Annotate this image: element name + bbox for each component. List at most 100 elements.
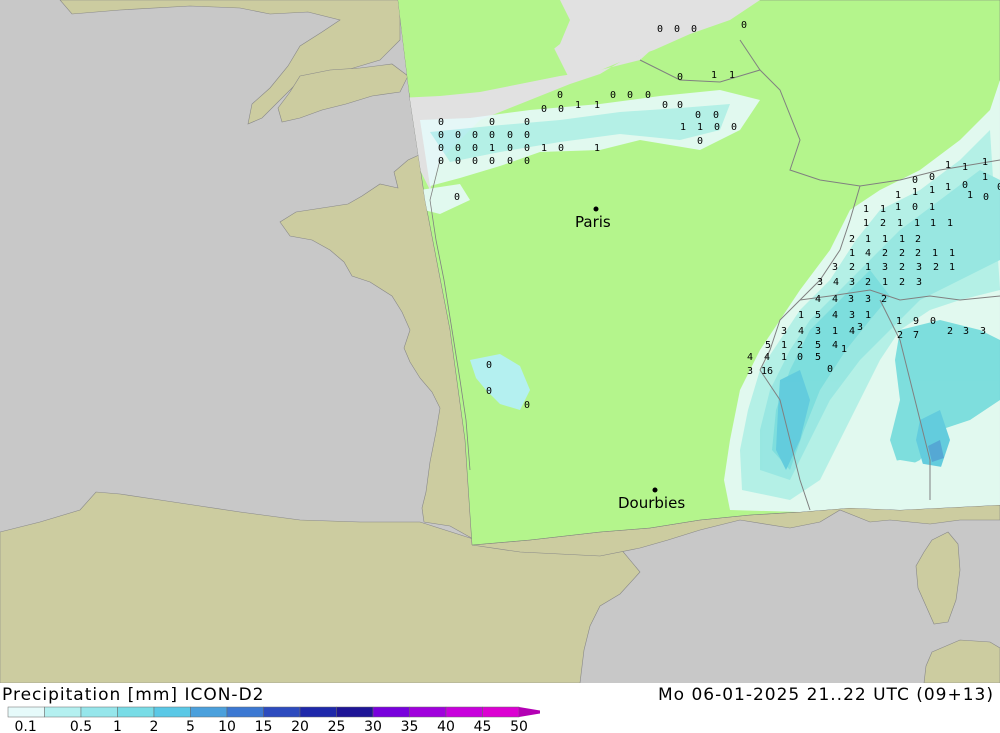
precip-value: 4	[865, 248, 871, 259]
precip-value: 1	[541, 143, 547, 154]
precip-value: 1	[697, 122, 703, 133]
precip-value: 0	[489, 130, 495, 141]
footer-bar: Precipitation [mm] ICON-D2 Mo 06-01-2025…	[0, 683, 1000, 733]
precip-value: 1	[849, 248, 855, 259]
precip-value: 1	[897, 218, 903, 229]
precip-value: 0	[731, 122, 737, 133]
precip-value: 0	[486, 386, 492, 397]
precip-value: 0	[489, 156, 495, 167]
legend-tick-label: 10	[218, 719, 236, 733]
map-timestamp: Mo 06-01-2025 21..22 UTC (09+13)	[657, 685, 994, 705]
precip-value: 3	[815, 326, 821, 337]
precip-value: 3	[781, 326, 787, 337]
precip-value: 3	[963, 326, 969, 337]
precip-value: 0	[912, 175, 918, 186]
precip-value: 1	[832, 326, 838, 337]
precip-value: 1	[932, 248, 938, 259]
precip-value: 3	[849, 277, 855, 288]
precip-value: 0	[741, 20, 747, 31]
precip-value: 0	[677, 100, 683, 111]
precip-value: 2	[897, 330, 903, 341]
precip-value: 1	[594, 143, 600, 154]
precip-value: 1	[945, 182, 951, 193]
precip-value: 4	[815, 294, 821, 305]
precip-value: 1	[882, 277, 888, 288]
color-scale-legend: 0.1 0.5 1 2 5 10 15 20 25 30 35 40 45 50	[7, 706, 540, 733]
precip-value: 0	[524, 143, 530, 154]
legend-swatch	[445, 706, 483, 718]
precip-value: 2	[947, 326, 953, 337]
precip-value: 2	[881, 294, 887, 305]
precip-value: 0	[524, 156, 530, 167]
precip-value: 0	[438, 156, 444, 167]
precip-value: 0	[438, 117, 444, 128]
legend-swatch	[299, 706, 337, 718]
precip-value: 1	[594, 100, 600, 111]
precip-value: 1	[962, 162, 968, 173]
precip-value: 0	[662, 100, 668, 111]
precip-value: 0	[524, 400, 530, 411]
precip-value: 0	[507, 156, 513, 167]
precip-value: 1	[798, 310, 804, 321]
precip-value: 0	[627, 90, 633, 101]
legend-swatch	[482, 706, 520, 718]
precip-value: 16	[761, 366, 773, 377]
precip-value: 1	[914, 218, 920, 229]
precip-value: 4	[747, 352, 753, 363]
precipitation-map: Paris Dourbies 0000000000000000000000000…	[0, 0, 1000, 684]
legend-swatch	[409, 706, 447, 718]
precip-value: 0	[524, 130, 530, 141]
precip-value: 5	[815, 352, 821, 363]
precip-value: 2	[865, 277, 871, 288]
precip-value: 1	[711, 70, 717, 81]
precip-value: 3	[747, 366, 753, 377]
precip-value: 0	[558, 104, 564, 115]
precip-value: 0	[455, 143, 461, 154]
precip-value: 9	[913, 316, 919, 327]
legend-tick-label: 15	[255, 719, 273, 733]
precip-value: 1	[575, 100, 581, 111]
legend-tick-label: 0.1	[15, 719, 37, 733]
precip-value: 2	[880, 218, 886, 229]
legend-swatch	[190, 706, 228, 718]
precip-value: 3	[817, 277, 823, 288]
legend-swatch	[263, 706, 301, 718]
precip-value: 1	[781, 352, 787, 363]
precip-value: 1	[489, 143, 495, 154]
precip-value: 4	[798, 326, 804, 337]
legend-tick-label: 20	[291, 719, 309, 733]
precip-value: 0	[827, 364, 833, 375]
precip-value: 0	[714, 122, 720, 133]
precip-value: 1	[895, 202, 901, 213]
precip-value: 2	[899, 277, 905, 288]
precip-value: 1	[896, 316, 902, 327]
precip-value: 1	[865, 262, 871, 273]
precip-value: 1	[982, 157, 988, 168]
precip-value: 0	[657, 24, 663, 35]
precip-value: 0	[507, 143, 513, 154]
precip-value: 1	[841, 344, 847, 355]
precip-value: 0	[610, 90, 616, 101]
precip-value: 3	[865, 294, 871, 305]
precip-value: 0	[713, 110, 719, 121]
precip-value: 4	[833, 277, 839, 288]
precip-value: 0	[645, 90, 651, 101]
legend-tick-label: 50	[510, 719, 528, 733]
legend-tick-label: 1	[113, 719, 122, 733]
precip-value: 3	[882, 262, 888, 273]
city-label-paris: Paris	[575, 213, 611, 231]
precip-value: 2	[882, 248, 888, 259]
precip-value: 4	[849, 326, 855, 337]
precip-value: 0	[674, 24, 680, 35]
precip-value: 2	[797, 340, 803, 351]
precip-value: 2	[849, 262, 855, 273]
legend-tick-label: 5	[186, 719, 195, 733]
precip-value: 0	[541, 104, 547, 115]
precip-value: 3	[916, 262, 922, 273]
precip-value: 1	[680, 122, 686, 133]
precip-value: 0	[695, 110, 701, 121]
precip-value: 0	[962, 180, 968, 191]
legend-tick-label: 2	[150, 719, 159, 733]
legend-swatch	[117, 706, 155, 718]
map-title: Precipitation [mm] ICON-D2	[2, 685, 265, 705]
